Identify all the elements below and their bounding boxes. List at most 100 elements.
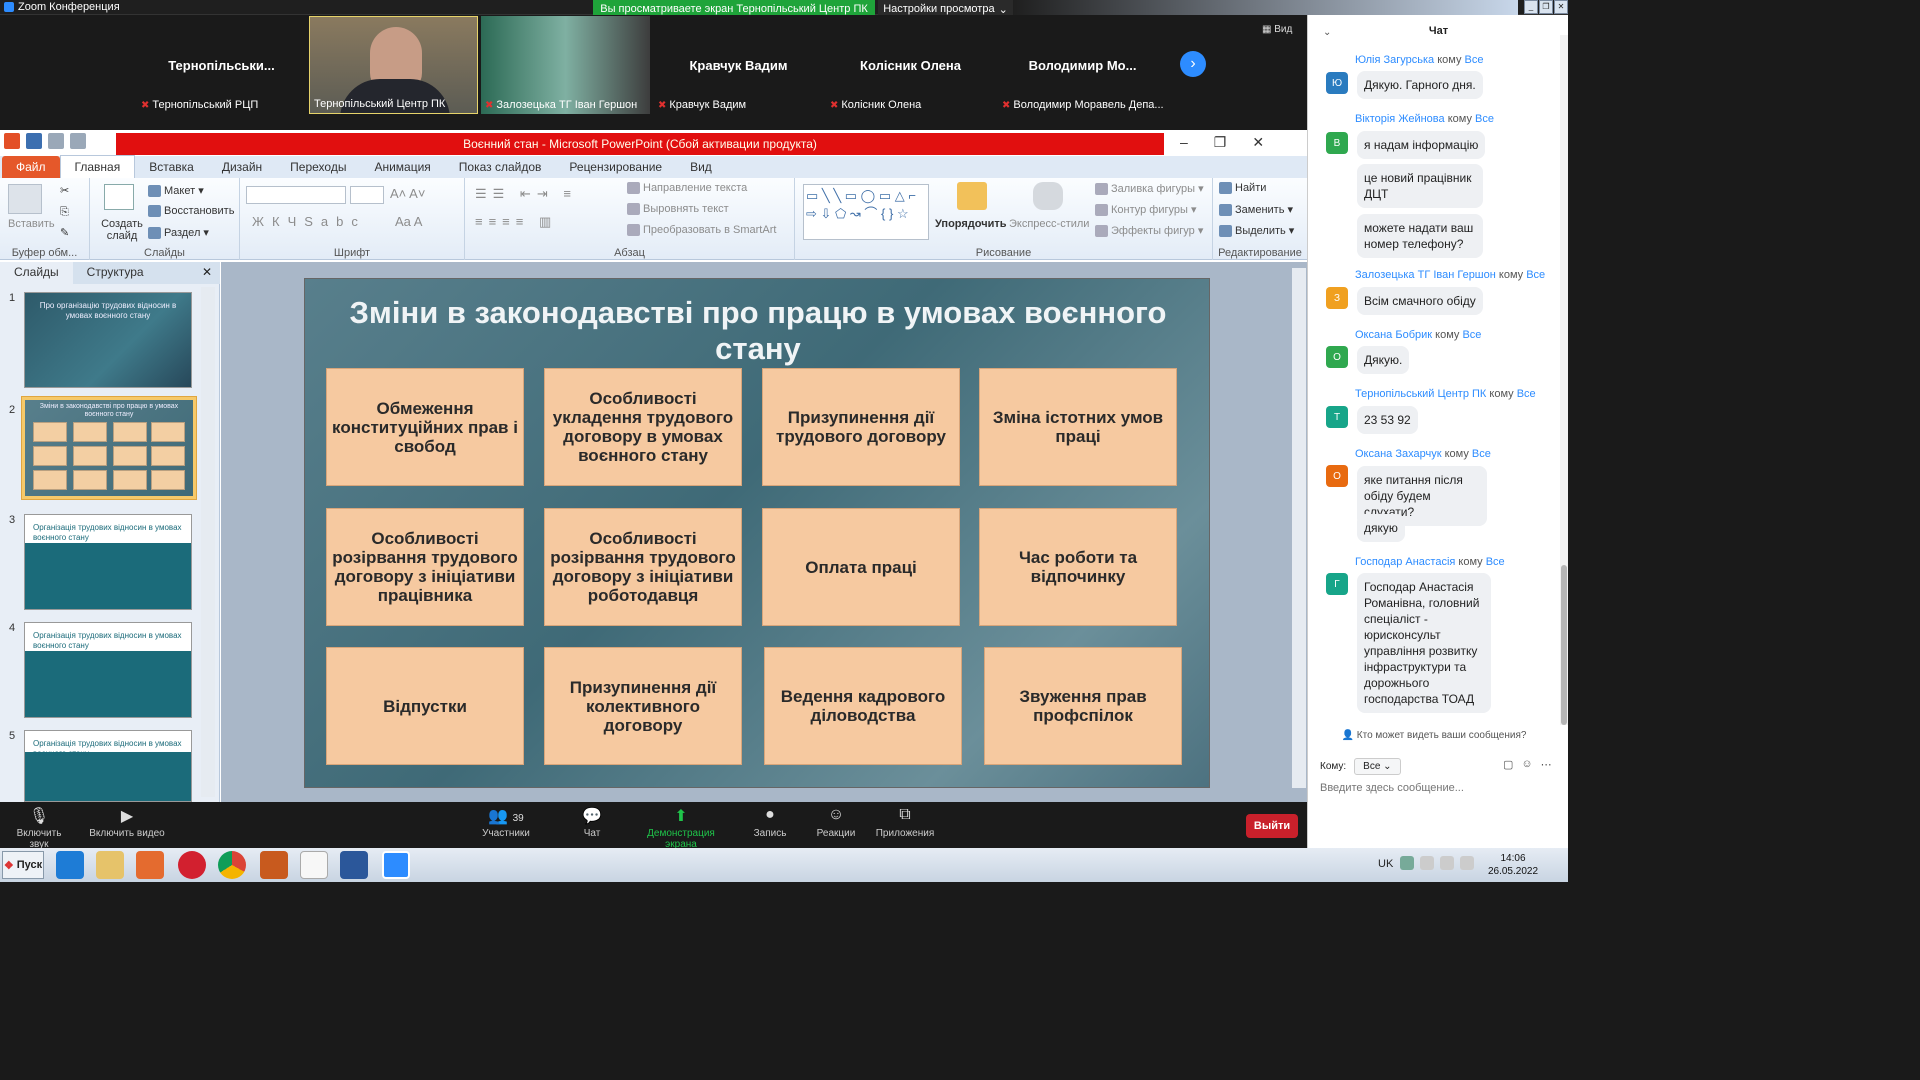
close-button[interactable]: ✕: [1554, 0, 1568, 14]
quick-styles-icon[interactable]: [1033, 182, 1063, 210]
chrome-icon[interactable]: [218, 851, 246, 879]
paste-button[interactable]: Вставить: [8, 218, 55, 230]
folder-icon[interactable]: [96, 851, 124, 879]
shapes-gallery[interactable]: ▭ ╲ ╲ ▭ ◯ ▭ △ ⌐ ⇨ ⇩ ⬠ ↝ ⌒ { } ☆: [803, 184, 929, 240]
save-icon[interactable]: [26, 133, 42, 149]
scroll-thumb[interactable]: [1561, 565, 1567, 725]
format-painter-icon[interactable]: ✎: [60, 226, 69, 239]
opera-icon[interactable]: [178, 851, 206, 879]
align-icons[interactable]: ≡≡≡≡ ▥: [475, 214, 557, 230]
shape-fill-button[interactable]: Заливка фигуры ▾: [1095, 182, 1204, 196]
shape-effects-button[interactable]: Эффекты фигур ▾: [1095, 224, 1203, 238]
tab-slides[interactable]: Слайды: [0, 262, 73, 284]
participant-tile[interactable]: ✖ Залозецька ТГ Іван Гершон: [481, 16, 650, 114]
pane-scrollbar[interactable]: [201, 287, 215, 797]
paste-icon[interactable]: [8, 184, 42, 214]
start-video-button[interactable]: ▶ Включить видео: [88, 806, 166, 839]
share-screen-button[interactable]: ⬆ Демонстрация экрана: [630, 806, 732, 850]
tab-review[interactable]: Рецензирование: [555, 156, 676, 178]
participant-tile[interactable]: Тернопільськи... ✖ Тернопільський РЦП: [137, 16, 306, 114]
display-icon[interactable]: [1440, 856, 1454, 870]
emoji-icon[interactable]: ☺: [1521, 758, 1532, 771]
select-button[interactable]: Выделить ▾: [1219, 224, 1294, 238]
font-size-select[interactable]: [350, 186, 384, 204]
slide-thumbnail[interactable]: Організація трудових відносин в умовах в…: [24, 622, 192, 718]
undo-icon[interactable]: [48, 133, 64, 149]
find-button[interactable]: Найти: [1219, 182, 1266, 195]
tab-design[interactable]: Дизайн: [208, 156, 276, 178]
participant-tile[interactable]: Кравчук Вадим ✖ Кравчук Вадим: [654, 16, 823, 114]
slide-thumbnail[interactable]: Організація трудових відносин в умовах в…: [24, 514, 192, 610]
close-icon[interactable]: ✕: [202, 265, 212, 279]
participant-tile[interactable]: Колісник Олена ✖ Колісник Олена: [826, 16, 995, 114]
language-indicator[interactable]: UK: [1378, 858, 1393, 870]
redo-icon[interactable]: [70, 133, 86, 149]
arrange-button[interactable]: Упорядочить: [935, 218, 1007, 230]
tab-slideshow[interactable]: Показ слайдов: [445, 156, 556, 178]
unmute-button[interactable]: 🎙 Включить звук: [8, 806, 70, 850]
layout-button[interactable]: Макет ▾: [148, 184, 204, 198]
apps-button[interactable]: ⧉ Приложения: [874, 806, 936, 839]
word-icon[interactable]: [340, 851, 368, 879]
media-player-icon[interactable]: [136, 851, 164, 879]
chat-input[interactable]: [1320, 782, 1550, 794]
network-icon[interactable]: [1420, 856, 1434, 870]
speaker-icon[interactable]: [1460, 856, 1474, 870]
who-can-see-link[interactable]: 👤 Кто может видеть ваши сообщения?: [1308, 730, 1560, 741]
slide-thumbnail[interactable]: Організація трудових відносин в умовах в…: [24, 730, 192, 802]
current-slide[interactable]: Зміни в законодавстві про працю в умовах…: [304, 278, 1210, 788]
new-slide-button[interactable]: Создать слайд: [100, 218, 144, 242]
record-button[interactable]: ● Запись: [752, 806, 788, 839]
reset-button[interactable]: Восстановить: [148, 205, 234, 218]
minimize-button[interactable]: _: [1524, 0, 1538, 14]
tab-insert[interactable]: Вставка: [135, 156, 208, 178]
view-button[interactable]: ▦ Вид: [1262, 24, 1292, 35]
tab-view[interactable]: Вид: [676, 156, 726, 178]
participant-tile[interactable]: Володимир Мо... ✖ Володимир Моравель Депа.…: [998, 16, 1167, 114]
section-button[interactable]: Раздел ▾: [148, 226, 209, 240]
file-icon[interactable]: ▢: [1503, 758, 1513, 771]
tray-icon[interactable]: [1400, 856, 1414, 870]
new-slide-icon[interactable]: [104, 184, 134, 210]
tab-outline[interactable]: Структура: [73, 262, 158, 284]
internet-explorer-icon[interactable]: [56, 851, 84, 879]
clock[interactable]: 14:06 26.05.2022: [1487, 852, 1539, 878]
replace-button[interactable]: Заменить ▾: [1219, 203, 1293, 217]
grow-font-icon[interactable]: A˄ A˅: [390, 186, 425, 201]
arrange-icon[interactable]: [957, 182, 987, 210]
leave-button[interactable]: Выйти: [1246, 814, 1298, 838]
recipient-select[interactable]: Все ⌄: [1354, 758, 1401, 775]
close-icon[interactable]: ✕: [1252, 134, 1264, 151]
slide-thumbnail[interactable]: Про організацію трудових відносин в умов…: [24, 292, 192, 388]
font-format-icons[interactable]: ЖКЧSabc: [252, 214, 366, 229]
minimize-icon[interactable]: –: [1180, 134, 1188, 151]
zoom-taskbar-icon[interactable]: [382, 851, 410, 879]
chat-scrollbar[interactable]: [1560, 35, 1568, 725]
cut-icon[interactable]: ✂: [60, 184, 69, 197]
next-page-arrow-icon[interactable]: ›: [1180, 51, 1206, 77]
copy-icon[interactable]: ⎘: [60, 206, 69, 219]
start-button[interactable]: ❖ Пуск: [2, 851, 44, 879]
chat-button[interactable]: 💬 Чат: [577, 806, 607, 839]
editor-scrollbar[interactable]: [1292, 268, 1306, 788]
participants-button[interactable]: 👥 39 Участники: [480, 806, 532, 839]
font-family-select[interactable]: [246, 186, 346, 204]
shape-outline-button[interactable]: Контур фигуры ▾: [1095, 203, 1197, 217]
font-color-icon[interactable]: Aa A: [395, 214, 422, 229]
document-icon[interactable]: [300, 851, 328, 879]
align-text-button[interactable]: Выровнять текст: [627, 203, 729, 216]
more-icon[interactable]: ⋯: [1541, 758, 1552, 771]
slide-thumbnail-selected[interactable]: Зміни в законодавстві про працю в умовах…: [21, 396, 197, 500]
list-icons[interactable]: ☰☰ ⇤⇥ ≡: [475, 186, 577, 202]
text-direction-button[interactable]: Направление текста: [627, 182, 747, 195]
tab-transitions[interactable]: Переходы: [276, 156, 360, 178]
reactions-button[interactable]: ☺ Реакции: [814, 806, 858, 839]
restore-button[interactable]: ❐: [1539, 0, 1553, 14]
participant-tile-active-speaker[interactable]: Тернопільський Центр ПК: [309, 16, 478, 114]
powerpoint-taskbar-icon[interactable]: [260, 851, 288, 879]
tab-file[interactable]: Файл: [2, 156, 60, 178]
quick-styles-button[interactable]: Экспресс-стили: [1009, 218, 1089, 230]
tab-home[interactable]: Главная: [59, 155, 136, 178]
restore-icon[interactable]: ❐: [1214, 134, 1227, 151]
smartart-button[interactable]: Преобразовать в SmartArt: [627, 224, 776, 237]
